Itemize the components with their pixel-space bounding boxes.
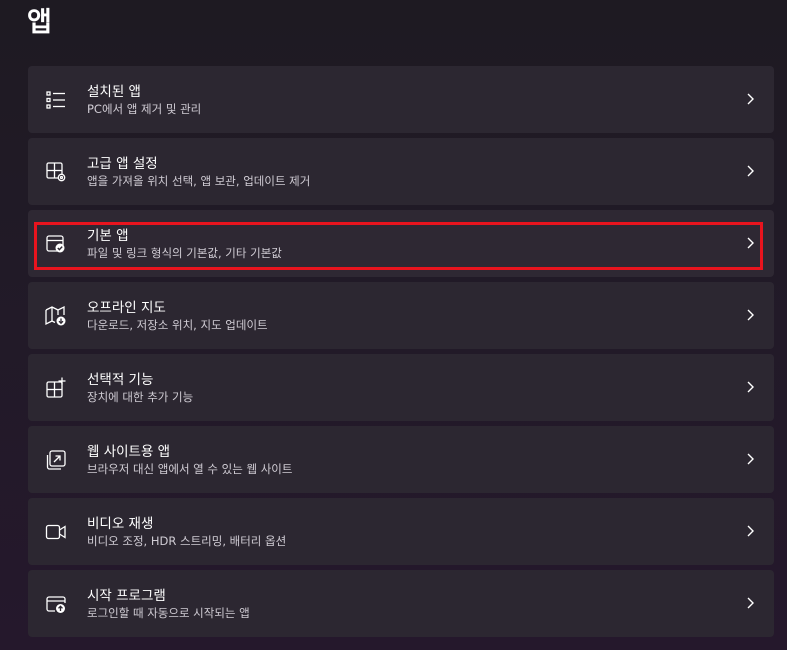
- settings-item-subtitle: 로그인할 때 자동으로 시작되는 앱: [87, 606, 250, 620]
- settings-item-title: 비디오 재생: [87, 516, 154, 532]
- startup-icon: [44, 592, 68, 616]
- settings-item-startup[interactable]: 시작 프로그램 로그인할 때 자동으로 시작되는 앱: [28, 570, 774, 637]
- settings-item-optional-features[interactable]: 선택적 기능 장치에 대한 추가 기능: [28, 354, 774, 421]
- page-title: 앱: [27, 7, 52, 38]
- chevron-right-icon: [744, 91, 756, 107]
- settings-item-default-apps[interactable]: 기본 앱 파일 및 링크 형식의 기본값, 기타 기본값: [28, 210, 774, 277]
- apps-settings-list: 설치된 앱 PC에서 앱 제거 및 관리 고급 앱 설정 앱을 가져올 위치 선…: [28, 66, 774, 642]
- open-in-app-icon: [44, 448, 68, 472]
- chevron-right-icon: [744, 595, 756, 611]
- settings-item-title: 고급 앱 설정: [87, 156, 158, 172]
- settings-item-title: 웹 사이트용 앱: [87, 444, 171, 460]
- chevron-right-icon: [744, 523, 756, 539]
- settings-item-subtitle: 앱을 가져올 위치 선택, 앱 보관, 업데이트 제거: [87, 174, 311, 188]
- default-apps-icon: [44, 232, 68, 256]
- settings-item-advanced-app-settings[interactable]: 고급 앱 설정 앱을 가져올 위치 선택, 앱 보관, 업데이트 제거: [28, 138, 774, 205]
- add-apps-icon: [44, 376, 68, 400]
- settings-item-subtitle: PC에서 앱 제거 및 관리: [87, 102, 202, 116]
- chevron-right-icon: [744, 379, 756, 395]
- video-icon: [44, 520, 68, 544]
- settings-item-subtitle: 파일 및 링크 형식의 기본값, 기타 기본값: [87, 246, 282, 260]
- settings-item-video-playback[interactable]: 비디오 재생 비디오 조정, HDR 스트리밍, 배터리 옵션: [28, 498, 774, 565]
- settings-item-subtitle: 브라우저 대신 앱에서 열 수 있는 웹 사이트: [87, 462, 293, 476]
- settings-item-title: 선택적 기능: [87, 372, 154, 388]
- settings-item-subtitle: 다운로드, 저장소 위치, 지도 업데이트: [87, 318, 268, 332]
- settings-item-title: 설치된 앱: [87, 84, 141, 100]
- settings-item-title: 기본 앱: [87, 228, 129, 244]
- settings-item-apps-for-websites[interactable]: 웹 사이트용 앱 브라우저 대신 앱에서 열 수 있는 웹 사이트: [28, 426, 774, 493]
- app-settings-icon: [44, 160, 68, 184]
- list-icon: [44, 88, 68, 112]
- settings-item-subtitle: 장치에 대한 추가 기능: [87, 390, 194, 404]
- chevron-right-icon: [744, 163, 756, 179]
- settings-item-title: 오프라인 지도: [87, 300, 166, 316]
- chevron-right-icon: [744, 307, 756, 323]
- settings-item-title: 시작 프로그램: [87, 588, 166, 604]
- chevron-right-icon: [744, 451, 756, 467]
- settings-item-subtitle: 비디오 조정, HDR 스트리밍, 배터리 옵션: [87, 534, 287, 548]
- settings-item-offline-maps[interactable]: 오프라인 지도 다운로드, 저장소 위치, 지도 업데이트: [28, 282, 774, 349]
- settings-item-installed-apps[interactable]: 설치된 앱 PC에서 앱 제거 및 관리: [28, 66, 774, 133]
- chevron-right-icon: [744, 235, 756, 251]
- map-download-icon: [44, 304, 68, 328]
